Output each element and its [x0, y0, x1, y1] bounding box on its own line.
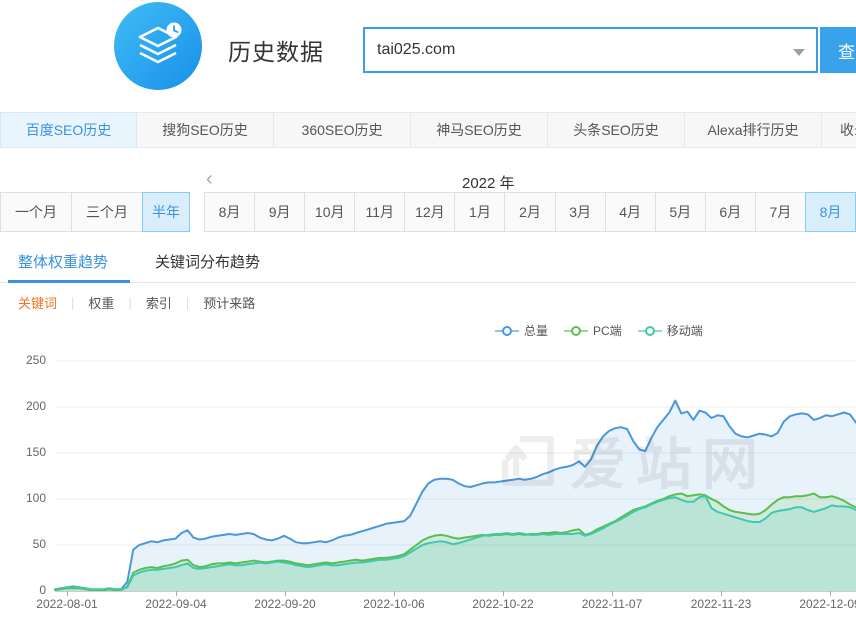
- tab-头条SEO历史[interactable]: 头条SEO历史: [548, 112, 685, 148]
- month-11月-3[interactable]: 11月: [354, 192, 405, 232]
- tab-360SEO历史[interactable]: 360SEO历史: [274, 112, 411, 148]
- x-axis-tick: [612, 591, 613, 596]
- x-axis-tick: [394, 591, 395, 596]
- month-8月-12[interactable]: 8月: [805, 192, 856, 232]
- trend-chart-plot: [55, 361, 856, 591]
- seo-history-tabs: 百度SEO历史搜狗SEO历史360SEO历史神马SEO历史头条SEO历史Alex…: [0, 112, 856, 148]
- x-axis-label-2022-11-07: 2022-11-07: [567, 597, 657, 611]
- month-5月-9[interactable]: 5月: [655, 192, 706, 232]
- legend-label: 总量: [524, 322, 548, 339]
- y-axis-label-50: 50: [0, 537, 46, 551]
- active-subtab-underline: [8, 280, 130, 283]
- legend-item-总量[interactable]: 总量: [495, 322, 548, 339]
- legend-marker-icon: [638, 325, 662, 337]
- tab-神马SEO历史[interactable]: 神马SEO历史: [411, 112, 548, 148]
- filter-关键词[interactable]: 关键词: [18, 293, 57, 312]
- x-axis-tick: [285, 591, 286, 596]
- legend-circle: [645, 326, 655, 336]
- x-axis-tick: [67, 591, 68, 596]
- legend-item-移动端[interactable]: 移动端: [638, 322, 703, 339]
- year-label: 2022 年: [462, 172, 515, 193]
- x-axis-label-2022-11-23: 2022-11-23: [676, 597, 766, 611]
- month-12月-4[interactable]: 12月: [404, 192, 455, 232]
- x-axis-label-2022-09-20: 2022-09-20: [240, 597, 330, 611]
- legend-circle: [571, 326, 581, 336]
- month-6月-10[interactable]: 6月: [705, 192, 756, 232]
- period-一个月[interactable]: 一个月: [0, 192, 72, 232]
- period-三个月[interactable]: 三个月: [71, 192, 143, 232]
- metric-filter-links: 关键词 | 权重 | 索引 | 预计来路: [18, 293, 255, 312]
- filter-separator: |: [71, 295, 74, 310]
- dropdown-caret-icon[interactable]: [793, 49, 805, 56]
- month-7月-11[interactable]: 7月: [755, 192, 806, 232]
- prev-year-chevron-icon[interactable]: ‹: [206, 169, 213, 189]
- filter-separator: |: [186, 295, 189, 310]
- period-range-group: 一个月三个月半年: [0, 192, 190, 232]
- month-3月-7[interactable]: 3月: [555, 192, 606, 232]
- filter-权重[interactable]: 权重: [88, 293, 114, 312]
- tab-keyword-distribution-trend[interactable]: 关键词分布趋势: [155, 251, 260, 272]
- legend-label: 移动端: [667, 322, 703, 339]
- x-axis-label-2022-08-01: 2022-08-01: [22, 597, 112, 611]
- month-9月-1[interactable]: 9月: [254, 192, 305, 232]
- filter-预计来路[interactable]: 预计来路: [203, 293, 255, 312]
- legend-marker-icon: [564, 325, 588, 337]
- filter-索引[interactable]: 索引: [146, 293, 172, 312]
- tab-Alexa排行历史[interactable]: Alexa排行历史: [685, 112, 822, 148]
- month-1月-5[interactable]: 1月: [454, 192, 505, 232]
- weight-trend-chart: 爱站网 0501001502002502022-08-012022-09-042…: [0, 350, 856, 619]
- legend-item-PC端[interactable]: PC端: [564, 322, 622, 339]
- y-axis-label-250: 250: [0, 353, 46, 367]
- chart-legend: 总量 PC端 移动端: [495, 322, 703, 339]
- history-data-page: 历史数据 查询 百度SEO历史搜狗SEO历史360SEO历史神马SEO历史头条S…: [0, 0, 856, 619]
- legend-label: PC端: [593, 322, 622, 339]
- domain-input[interactable]: [365, 29, 816, 71]
- x-axis-label-2022-12-09: 2022-12-09: [785, 597, 856, 611]
- legend-marker-icon: [495, 325, 519, 337]
- tab-收录历史[interactable]: 收录历史: [822, 112, 856, 148]
- y-axis-label-100: 100: [0, 491, 46, 505]
- search-button[interactable]: 查询: [820, 27, 856, 73]
- legend-circle: [502, 326, 512, 336]
- month-10月-2[interactable]: 10月: [304, 192, 355, 232]
- y-axis-label-200: 200: [0, 399, 46, 413]
- filter-separator: |: [128, 295, 131, 310]
- x-axis-tick: [830, 591, 831, 596]
- y-axis-label-150: 150: [0, 445, 46, 459]
- tab-搜狗SEO历史[interactable]: 搜狗SEO历史: [137, 112, 274, 148]
- period-半年[interactable]: 半年: [142, 192, 190, 232]
- tab-overall-weight-trend[interactable]: 整体权重趋势: [18, 251, 108, 272]
- month-4月-8[interactable]: 4月: [605, 192, 656, 232]
- x-axis-tick: [503, 591, 504, 596]
- month-2月-6[interactable]: 2月: [504, 192, 555, 232]
- search-box: [363, 27, 818, 73]
- x-axis-label-2022-10-06: 2022-10-06: [349, 597, 439, 611]
- month-8月-0[interactable]: 8月: [204, 192, 255, 232]
- x-axis-tick: [176, 591, 177, 596]
- page-title: 历史数据: [228, 33, 324, 67]
- y-axis-label-0: 0: [0, 583, 46, 597]
- x-axis-label-2022-09-04: 2022-09-04: [131, 597, 221, 611]
- x-axis-tick: [721, 591, 722, 596]
- history-data-logo-icon: [114, 2, 202, 90]
- tab-百度SEO历史[interactable]: 百度SEO历史: [0, 112, 137, 148]
- month-selector-group: 8月9月10月11月12月1月2月3月4月5月6月7月8月: [204, 192, 856, 232]
- x-axis-label-2022-10-22: 2022-10-22: [458, 597, 548, 611]
